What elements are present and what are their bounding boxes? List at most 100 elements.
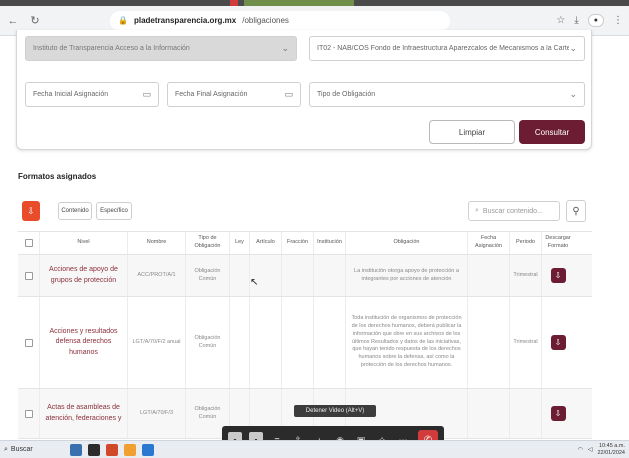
section-title: Formatos asignados [18,172,97,181]
row-checkbox[interactable] [24,409,33,418]
back-icon[interactable]: ← [6,15,20,27]
mouse-cursor-icon: ↖ [250,277,259,288]
search-placeholder: Buscar contenido... [482,207,543,215]
col-obligacion[interactable]: Obligación [346,232,468,254]
download-icon[interactable]: ⤓ [574,15,578,26]
row-fraccion [282,255,314,296]
row-select-cell[interactable] [18,255,40,296]
row-fecha-asignacion [468,255,510,296]
col-descargar: Descargar Formato [545,235,571,249]
col-articulo[interactable]: Artículo [250,232,282,254]
calendar-icon[interactable]: ▭ [284,89,293,100]
formato-value: IT02 - NAB/COS Fondo de Infraestructura … [317,45,570,52]
system-tray: ◠ ◁ 10:45 a.m. 22/01/2024 [578,443,625,455]
table-row[interactable]: Acciones y resultados defensa derechos h… [18,297,592,389]
especifico-button[interactable]: Específico [96,202,132,220]
row-nivel: Acciones de apoyo de grupos de protecció… [40,255,128,296]
export-button[interactable]: ⇩ [22,201,40,221]
col-nivel[interactable]: Nivel [40,232,128,254]
wifi-icon[interactable]: ◠ [578,446,583,453]
col-fraccion[interactable]: Fracción [282,232,314,254]
app-icon[interactable] [142,443,154,456]
table-row[interactable]: Acciones de apoyo de grupos de protecció… [18,255,592,297]
row-nombre: LGT/A/70/F/2 anual [128,297,186,388]
video-tooltip: Detener Video (Alt+V) [294,405,376,417]
menu-icon[interactable]: ⋮ [613,15,623,26]
row-periodo: Trimestral [510,255,542,296]
clock-date: 22/01/2024 [597,449,625,456]
sujeto-obligado-select[interactable]: Instituto de Transparencia Acceso a la I… [25,36,297,61]
consultar-button[interactable]: Consultar [519,120,585,144]
col-fecha-asignacion[interactable]: Fecha Asignación [468,232,510,254]
row-fecha-asignacion [468,297,510,388]
row-institucion [314,297,346,388]
os-taskbar: ⌕ Buscar ◠ ◁ 10:45 a.m. 22/01/2024 [0,440,629,458]
column-filter-icon[interactable]: ⚲ [566,200,586,222]
contenido-button[interactable]: Contenido [58,202,92,220]
row-nivel: Actas de asambleas de atención, federaci… [40,389,128,438]
app-icon[interactable] [70,443,82,456]
star-icon[interactable]: ☆ [556,15,565,26]
download-format-button[interactable]: ⇩ [550,406,566,421]
address-path: /obligaciones [242,16,289,25]
row-institucion [314,255,346,296]
volume-icon[interactable]: ◁ [588,446,593,453]
col-institucion[interactable]: Institución [314,232,346,254]
row-nombre: ACC/PROT/A/1 [128,255,186,296]
row-select-cell[interactable] [18,389,40,438]
download-format-button[interactable]: ⇩ [550,335,566,350]
row-checkbox[interactable] [24,271,33,280]
tipo-obligacion-select[interactable]: Tipo de Obligación ⌄ [309,82,585,107]
row-articulo [250,255,282,296]
fecha-inicial-input[interactable]: Fecha Inicial Asignación ▭ [25,82,159,107]
taskbar-clock[interactable]: 10:45 a.m. 22/01/2024 [597,443,625,455]
chevron-down-icon: ⌄ [569,89,577,99]
row-select-cell[interactable] [18,297,40,388]
calendar-icon[interactable]: ▭ [142,89,151,100]
search-icon: ⌕ [475,207,479,214]
col-tipo[interactable]: Tipo de Obligación [186,232,230,254]
table-header-row: Nivel Nombre Tipo de Obligación Ley Artí… [18,231,592,255]
profile-button[interactable]: ● [587,14,604,27]
row-tipo: Obligación Común [186,297,230,388]
fecha-final-input[interactable]: Fecha Final Asignación ▭ [167,82,301,107]
row-obligacion: La institución otorga apoyo de protecció… [346,255,468,296]
taskbar-search-label: Buscar [10,446,33,453]
app-icon[interactable] [88,443,100,456]
filter-panel: Instituto de Transparencia Acceso a la I… [16,30,592,150]
fecha-inicial-placeholder: Fecha Inicial Asignación [33,91,109,98]
table-search-input[interactable]: ⌕ Buscar contenido... [468,201,560,221]
row-download-cell: ⇩ [542,389,574,438]
select-all-checkbox[interactable] [24,239,33,247]
table-toolbar: ⇩ Contenido Específico ⌕ Buscar contenid… [18,197,592,225]
formato-select[interactable]: IT02 - NAB/COS Fondo de Infraestructura … [309,36,585,61]
select-all-cell[interactable] [18,232,40,254]
col-periodo[interactable]: Periodo [510,232,542,254]
clock-time: 10:45 a.m. [599,443,625,450]
row-articulo [250,297,282,388]
download-format-button[interactable]: ⇩ [550,268,566,283]
app-icon[interactable] [106,443,118,456]
col-nombre[interactable]: Nombre [128,232,186,254]
taskbar-search[interactable]: ⌕ Buscar [4,446,64,454]
row-periodo: Trimestral [510,297,542,388]
lock-icon: 🔒 [118,16,128,25]
reload-icon[interactable]: ↻ [28,14,42,27]
row-tipo: Obligación Común [186,255,230,296]
row-download-cell: ⇩ [542,255,574,296]
row-ley [230,297,250,388]
app-icon[interactable] [124,443,136,456]
row-checkbox[interactable] [24,338,33,347]
address-bar[interactable]: 🔒 pladetransparencia.org.mx /obligacione… [110,10,450,31]
search-icon: ⌕ [4,445,8,453]
chevron-down-icon: ⌄ [281,43,289,53]
row-nombre: LGT/A/70/F/3 [128,389,186,438]
chevron-down-icon: ⌄ [569,43,577,53]
fecha-final-placeholder: Fecha Final Asignación [175,91,248,98]
row-download-cell: ⇩ [542,297,574,388]
row-obligacion: Toda institución de organismos de protec… [346,297,468,388]
row-fecha-asignacion [468,389,510,438]
col-ley[interactable]: Ley [230,232,250,254]
address-host: pladetransparencia.org.mx [133,16,237,25]
limpiar-button[interactable]: Limpiar [429,120,515,144]
